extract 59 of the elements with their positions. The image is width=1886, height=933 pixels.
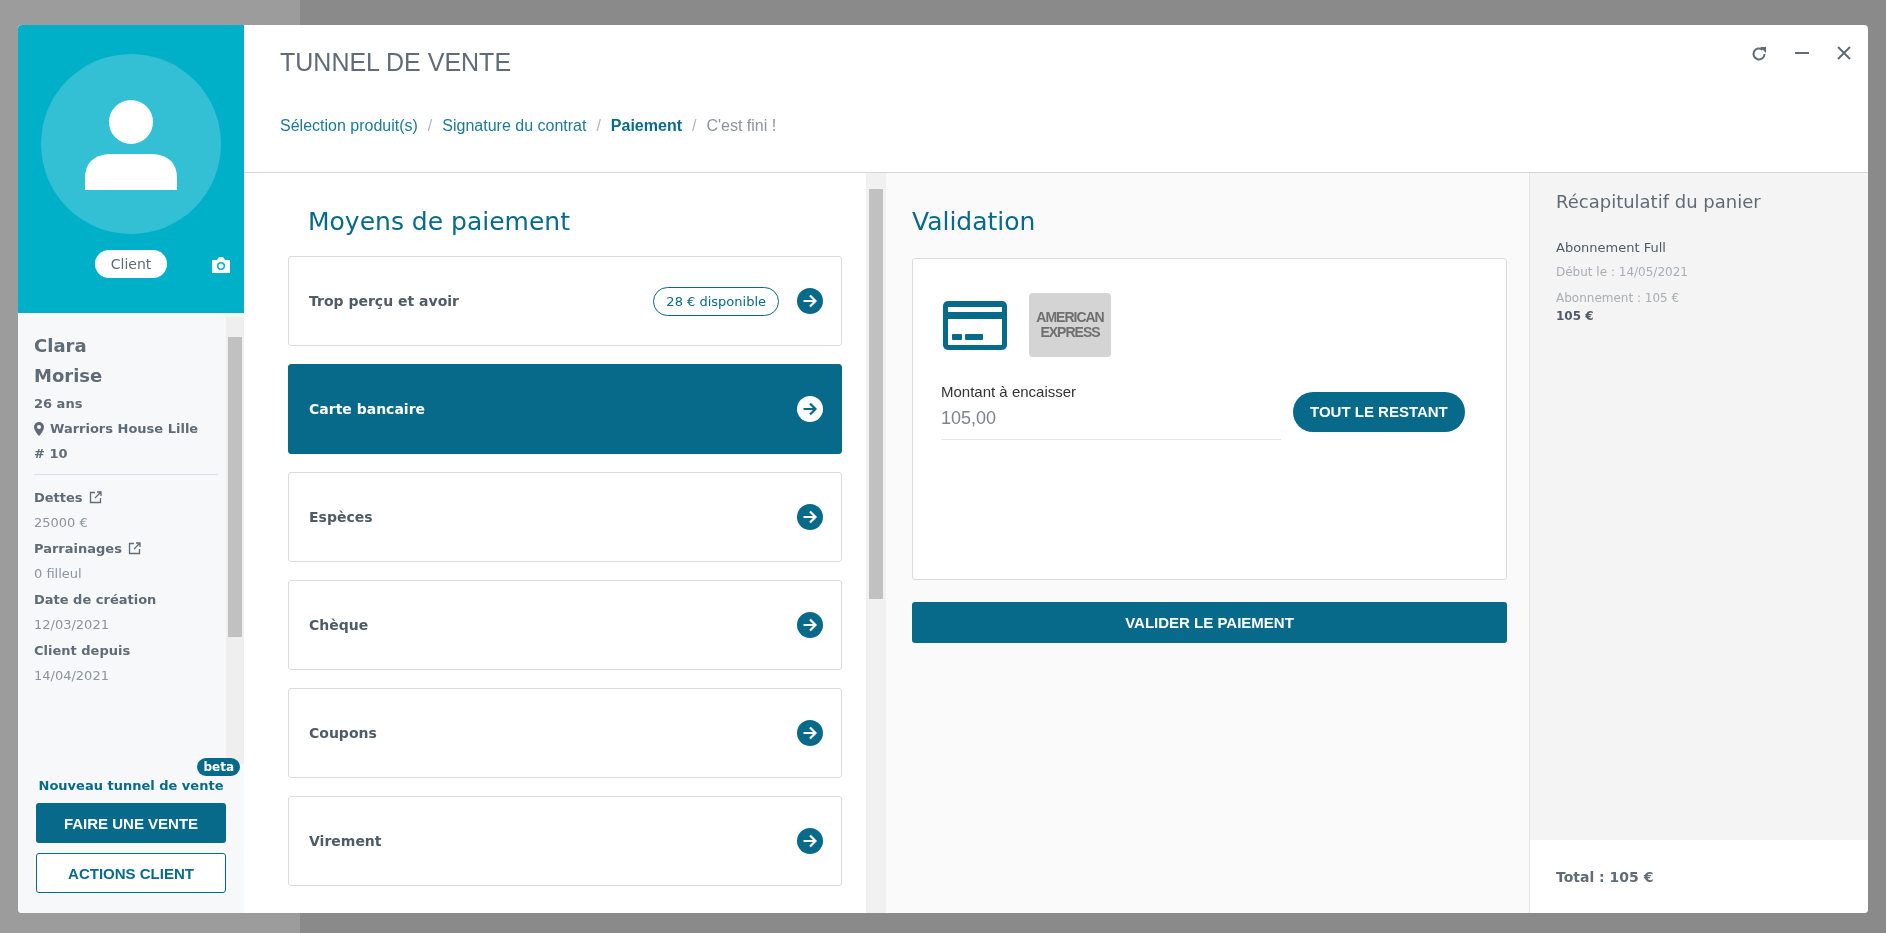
new-sales-tunnel-link[interactable]: Nouveau tunnel de vente (38, 778, 224, 793)
arrow-right-icon (797, 504, 823, 530)
client-location: Warriors House Lille (50, 420, 199, 438)
payment-method-item[interactable]: Virement (288, 796, 842, 886)
amex-card-logo[interactable]: AMERICAN EXPRESS (1029, 293, 1111, 357)
payment-method-item[interactable]: Carte bancaire (288, 364, 842, 454)
external-link-icon[interactable] (88, 491, 102, 504)
breadcrumb-separator: / (427, 117, 433, 135)
client-number: # 10 (34, 445, 69, 463)
arrow-right-icon (797, 828, 823, 854)
payment-method-item[interactable]: Chèque (288, 580, 842, 670)
camera-icon[interactable] (210, 256, 232, 274)
client-last-name: Morise (34, 364, 104, 388)
product-name: Abonnement Full (1556, 240, 1667, 255)
price-detail: Abonnement : 105 € (1556, 291, 1681, 305)
make-sale-button[interactable]: FAIRE UNE VENTE (36, 803, 226, 843)
section-title: Moyens de paiement (308, 207, 571, 236)
person-silhouette-icon (85, 98, 177, 190)
field-label: Parrainages (34, 540, 122, 558)
window-title: TUNNEL DE VENTE (280, 47, 512, 77)
remaining-amount-button[interactable]: TOUT LE RESTANT (1293, 391, 1465, 432)
external-link-icon[interactable] (127, 542, 141, 555)
summary-title: Récapitulatif du panier (1556, 191, 1762, 212)
cart-total: Total : 105 € (1556, 868, 1654, 885)
section-title: Validation (912, 207, 1037, 236)
client-age: 26 ans (34, 395, 84, 413)
payment-method-item[interactable]: Trop perçu et avoir 28 € disponible (288, 256, 842, 346)
arrow-right-icon (797, 288, 823, 314)
breadcrumb-separator: / (692, 117, 697, 135)
payment-method-item[interactable]: Coupons (288, 688, 842, 778)
location-pin-icon (34, 421, 44, 436)
refresh-icon[interactable] (1750, 45, 1768, 63)
arrow-right-icon (797, 396, 823, 422)
client-badge: Client (94, 250, 168, 278)
field-label: Dettes (34, 489, 83, 507)
close-icon[interactable] (1836, 45, 1852, 61)
credit-card-icon[interactable] (941, 298, 1009, 352)
field-label: Date de création (34, 591, 157, 609)
client-first-name: Clara (34, 334, 88, 358)
breadcrumb-separator: / (596, 117, 601, 135)
field-value: 25000 € (34, 514, 89, 532)
field-value: 14/04/2021 (34, 667, 110, 685)
scrollbar[interactable] (866, 173, 886, 913)
start-date: Début le : 14/05/2021 (1556, 265, 1689, 279)
breadcrumb-step[interactable]: Paiement (610, 117, 682, 135)
validate-payment-button[interactable]: VALIDER LE PAIEMENT (912, 602, 1507, 643)
client-actions-button[interactable]: ACTIONS CLIENT (36, 853, 226, 893)
product-price: 105 € (1556, 309, 1595, 323)
amount-input-field[interactable]: Montant à encaisser 105,00 (941, 383, 1281, 440)
field-label: Client depuis (34, 642, 131, 660)
field-value: 0 filleul (34, 565, 83, 583)
beta-badge: beta (197, 758, 240, 776)
payment-method-item[interactable]: Espèces (288, 472, 842, 562)
breadcrumb-step[interactable]: C'est fini ! (706, 117, 777, 135)
breadcrumb-step[interactable]: Signature du contrat (442, 117, 587, 135)
field-value: 12/03/2021 (34, 616, 110, 634)
arrow-right-icon (797, 612, 823, 638)
breadcrumb-step[interactable]: Sélection produit(s) (280, 117, 418, 135)
arrow-right-icon (797, 720, 823, 746)
